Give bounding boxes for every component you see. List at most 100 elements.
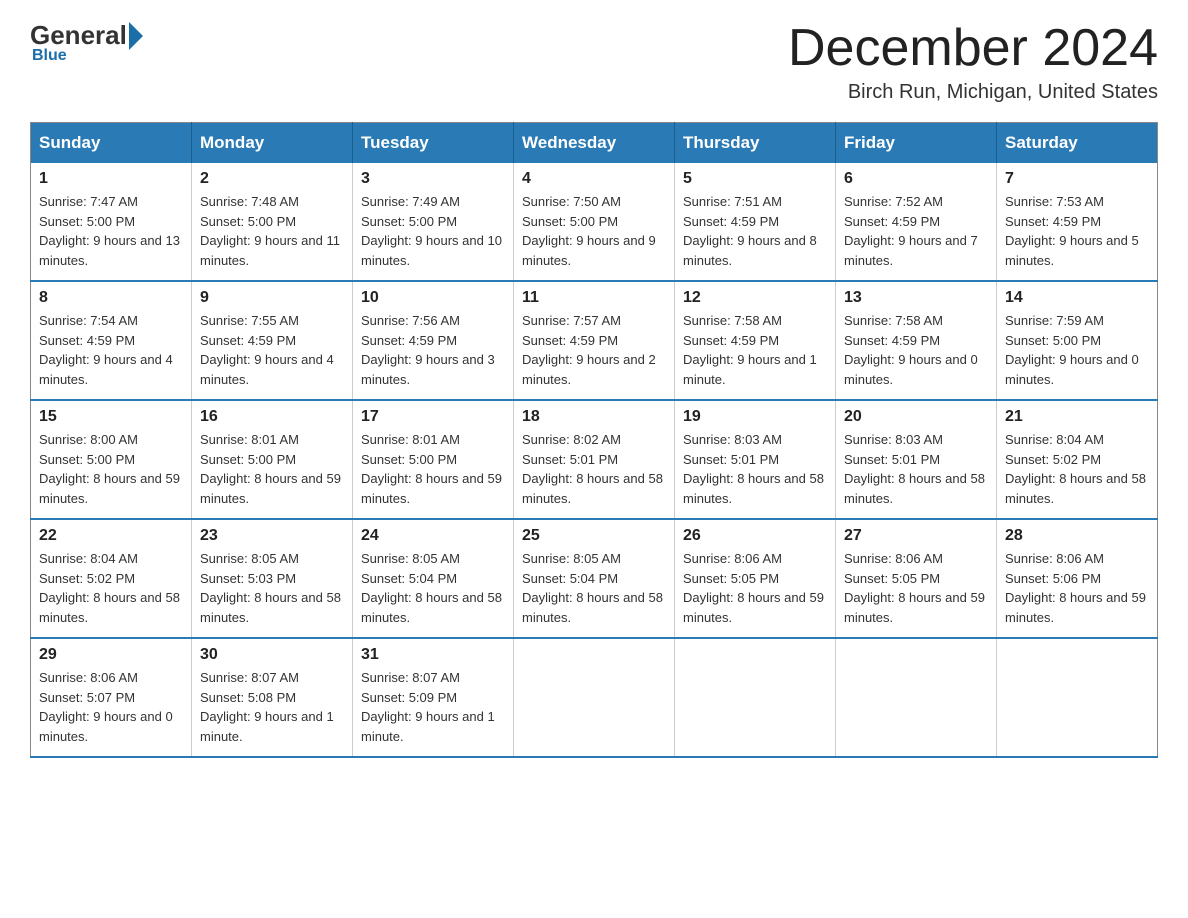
day-info: Sunrise: 7:58 AMSunset: 4:59 PMDaylight:… <box>683 311 827 389</box>
header-thursday: Thursday <box>675 123 836 164</box>
day-info: Sunrise: 8:03 AMSunset: 5:01 PMDaylight:… <box>683 430 827 508</box>
day-number: 24 <box>361 527 505 545</box>
day-number: 18 <box>522 408 666 426</box>
logo-arrow-icon <box>129 22 143 50</box>
calendar-cell: 26 Sunrise: 8:06 AMSunset: 5:05 PMDayligh… <box>675 519 836 638</box>
location-text: Birch Run, Michigan, United States <box>788 81 1158 104</box>
day-info: Sunrise: 7:51 AMSunset: 4:59 PMDaylight:… <box>683 192 827 270</box>
day-info: Sunrise: 8:05 AMSunset: 5:04 PMDaylight:… <box>522 549 666 627</box>
calendar-cell: 1 Sunrise: 7:47 AMSunset: 5:00 PMDaylight… <box>31 163 192 281</box>
day-number: 17 <box>361 408 505 426</box>
day-info: Sunrise: 8:07 AMSunset: 5:09 PMDaylight:… <box>361 668 505 746</box>
day-info: Sunrise: 7:50 AMSunset: 5:00 PMDaylight:… <box>522 192 666 270</box>
header-wednesday: Wednesday <box>514 123 675 164</box>
day-info: Sunrise: 8:07 AMSunset: 5:08 PMDaylight:… <box>200 668 344 746</box>
day-info: Sunrise: 8:01 AMSunset: 5:00 PMDaylight:… <box>200 430 344 508</box>
day-number: 19 <box>683 408 827 426</box>
header-monday: Monday <box>192 123 353 164</box>
calendar-cell: 21 Sunrise: 8:04 AMSunset: 5:02 PMDayligh… <box>997 400 1158 519</box>
calendar-cell <box>514 638 675 757</box>
header-saturday: Saturday <box>997 123 1158 164</box>
calendar-cell: 7Sunrise: 7:53 AMSunset: 4:59 PMDaylight… <box>997 163 1158 281</box>
calendar-cell: 19 Sunrise: 8:03 AMSunset: 5:01 PMDayligh… <box>675 400 836 519</box>
day-info: Sunrise: 8:05 AMSunset: 5:04 PMDaylight:… <box>361 549 505 627</box>
day-info: Sunrise: 8:06 AMSunset: 5:05 PMDaylight:… <box>844 549 988 627</box>
day-info: Sunrise: 8:06 AMSunset: 5:05 PMDaylight:… <box>683 549 827 627</box>
calendar-cell: 23 Sunrise: 8:05 AMSunset: 5:03 PMDayligh… <box>192 519 353 638</box>
day-number: 22 <box>39 527 183 545</box>
day-number: 1 <box>39 170 183 188</box>
calendar-cell: 28Sunrise: 8:06 AMSunset: 5:06 PMDayligh… <box>997 519 1158 638</box>
calendar-cell: 8 Sunrise: 7:54 AMSunset: 4:59 PMDaylight… <box>31 281 192 400</box>
header-sunday: Sunday <box>31 123 192 164</box>
calendar-cell: 2 Sunrise: 7:48 AMSunset: 5:00 PMDaylight… <box>192 163 353 281</box>
logo-blue-text: Blue <box>32 47 67 65</box>
calendar-cell: 10Sunrise: 7:56 AMSunset: 4:59 PMDayligh… <box>353 281 514 400</box>
day-number: 11 <box>522 289 666 307</box>
calendar-cell: 12 Sunrise: 7:58 AMSunset: 4:59 PMDayligh… <box>675 281 836 400</box>
month-title: December 2024 <box>788 20 1158 77</box>
calendar-cell: 3Sunrise: 7:49 AMSunset: 5:00 PMDaylight… <box>353 163 514 281</box>
week-row-2: 8 Sunrise: 7:54 AMSunset: 4:59 PMDaylight… <box>31 281 1158 400</box>
calendar-cell: 30Sunrise: 8:07 AMSunset: 5:08 PMDayligh… <box>192 638 353 757</box>
day-number: 27 <box>844 527 988 545</box>
week-row-1: 1 Sunrise: 7:47 AMSunset: 5:00 PMDaylight… <box>31 163 1158 281</box>
calendar-cell: 13 Sunrise: 7:58 AMSunset: 4:59 PMDayligh… <box>836 281 997 400</box>
day-number: 6 <box>844 170 988 188</box>
day-info: Sunrise: 7:58 AMSunset: 4:59 PMDaylight:… <box>844 311 988 389</box>
calendar-cell: 17 Sunrise: 8:01 AMSunset: 5:00 PMDayligh… <box>353 400 514 519</box>
day-number: 23 <box>200 527 344 545</box>
calendar-cell <box>836 638 997 757</box>
day-number: 15 <box>39 408 183 426</box>
day-number: 25 <box>522 527 666 545</box>
day-info: Sunrise: 7:54 AMSunset: 4:59 PMDaylight:… <box>39 311 183 389</box>
day-number: 12 <box>683 289 827 307</box>
calendar-cell: 25 Sunrise: 8:05 AMSunset: 5:04 PMDayligh… <box>514 519 675 638</box>
day-info: Sunrise: 7:56 AMSunset: 4:59 PMDaylight:… <box>361 311 505 389</box>
day-info: Sunrise: 7:55 AMSunset: 4:59 PMDaylight:… <box>200 311 344 389</box>
calendar-cell: 6 Sunrise: 7:52 AMSunset: 4:59 PMDaylight… <box>836 163 997 281</box>
day-number: 31 <box>361 646 505 664</box>
calendar-cell: 24 Sunrise: 8:05 AMSunset: 5:04 PMDayligh… <box>353 519 514 638</box>
calendar-cell: 31 Sunrise: 8:07 AMSunset: 5:09 PMDayligh… <box>353 638 514 757</box>
header-tuesday: Tuesday <box>353 123 514 164</box>
day-number: 29 <box>39 646 183 664</box>
calendar-cell: 16 Sunrise: 8:01 AMSunset: 5:00 PMDayligh… <box>192 400 353 519</box>
calendar-cell: 22 Sunrise: 8:04 AMSunset: 5:02 PMDayligh… <box>31 519 192 638</box>
day-number: 26 <box>683 527 827 545</box>
day-info: Sunrise: 7:47 AMSunset: 5:00 PMDaylight:… <box>39 192 183 270</box>
day-number: 13 <box>844 289 988 307</box>
day-info: Sunrise: 8:03 AMSunset: 5:01 PMDaylight:… <box>844 430 988 508</box>
calendar-cell: 27 Sunrise: 8:06 AMSunset: 5:05 PMDayligh… <box>836 519 997 638</box>
day-info: Sunrise: 8:04 AMSunset: 5:02 PMDaylight:… <box>1005 430 1149 508</box>
day-number: 5 <box>683 170 827 188</box>
day-info: Sunrise: 8:05 AMSunset: 5:03 PMDaylight:… <box>200 549 344 627</box>
day-number: 9 <box>200 289 344 307</box>
day-info: Sunrise: 7:49 AMSunset: 5:00 PMDaylight:… <box>361 192 505 270</box>
header-friday: Friday <box>836 123 997 164</box>
calendar-cell: 11Sunrise: 7:57 AMSunset: 4:59 PMDayligh… <box>514 281 675 400</box>
day-info: Sunrise: 7:48 AMSunset: 5:00 PMDaylight:… <box>200 192 344 270</box>
day-number: 14 <box>1005 289 1149 307</box>
day-info: Sunrise: 7:52 AMSunset: 4:59 PMDaylight:… <box>844 192 988 270</box>
day-number: 16 <box>200 408 344 426</box>
calendar-header-row: SundayMondayTuesdayWednesdayThursdayFrid… <box>31 123 1158 164</box>
calendar-cell: 14 Sunrise: 7:59 AMSunset: 5:00 PMDayligh… <box>997 281 1158 400</box>
day-number: 8 <box>39 289 183 307</box>
day-number: 28 <box>1005 527 1149 545</box>
calendar-table: SundayMondayTuesdayWednesdayThursdayFrid… <box>30 122 1158 758</box>
day-info: Sunrise: 8:04 AMSunset: 5:02 PMDaylight:… <box>39 549 183 627</box>
day-number: 21 <box>1005 408 1149 426</box>
week-row-5: 29Sunrise: 8:06 AMSunset: 5:07 PMDayligh… <box>31 638 1158 757</box>
day-number: 2 <box>200 170 344 188</box>
week-row-4: 22 Sunrise: 8:04 AMSunset: 5:02 PMDayligh… <box>31 519 1158 638</box>
calendar-cell: 4Sunrise: 7:50 AMSunset: 5:00 PMDaylight… <box>514 163 675 281</box>
day-info: Sunrise: 8:02 AMSunset: 5:01 PMDaylight:… <box>522 430 666 508</box>
calendar-cell: 9 Sunrise: 7:55 AMSunset: 4:59 PMDaylight… <box>192 281 353 400</box>
calendar-cell: 29Sunrise: 8:06 AMSunset: 5:07 PMDayligh… <box>31 638 192 757</box>
title-block: December 2024 Birch Run, Michigan, Unite… <box>788 20 1158 104</box>
day-info: Sunrise: 7:59 AMSunset: 5:00 PMDaylight:… <box>1005 311 1149 389</box>
calendar-cell: 15Sunrise: 8:00 AMSunset: 5:00 PMDayligh… <box>31 400 192 519</box>
calendar-cell: 5 Sunrise: 7:51 AMSunset: 4:59 PMDaylight… <box>675 163 836 281</box>
day-info: Sunrise: 8:01 AMSunset: 5:00 PMDaylight:… <box>361 430 505 508</box>
